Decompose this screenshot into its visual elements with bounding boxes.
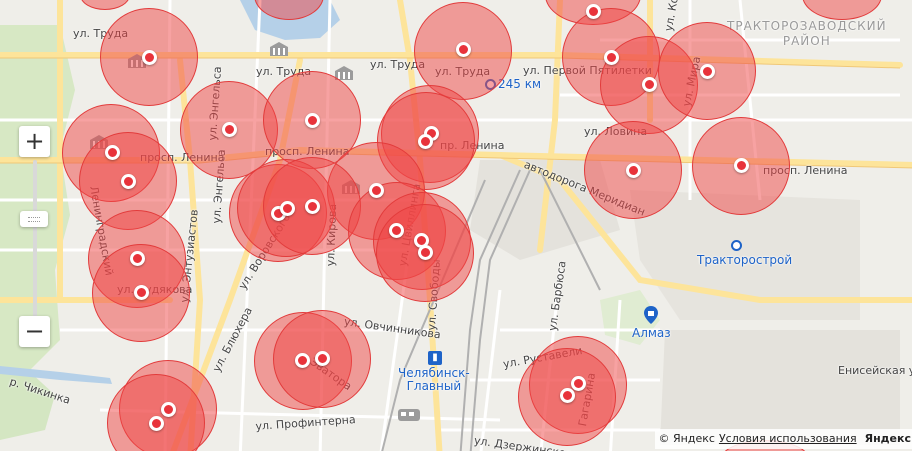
location-marker[interactable] <box>129 250 145 266</box>
location-marker[interactable] <box>368 182 384 198</box>
location-marker[interactable] <box>120 173 136 189</box>
location-marker[interactable] <box>641 76 657 92</box>
place-label-almaz[interactable]: Алмаз <box>632 326 671 340</box>
shop-pin-icon[interactable] <box>644 306 658 324</box>
location-marker[interactable] <box>559 387 575 403</box>
location-marker[interactable] <box>141 49 157 65</box>
place-label-station[interactable]: Челябинск- Главный <box>398 367 470 393</box>
zoom-slider-handle[interactable] <box>20 211 48 227</box>
location-marker[interactable] <box>304 198 320 214</box>
bottom-border <box>0 451 915 460</box>
zoom-slider-track[interactable] <box>33 160 37 317</box>
train-station-icon[interactable]: ▮ <box>428 351 442 365</box>
location-marker[interactable] <box>699 63 715 79</box>
location-marker[interactable] <box>221 121 237 137</box>
location-marker[interactable] <box>417 244 433 260</box>
location-marker[interactable] <box>279 200 295 216</box>
location-marker[interactable] <box>388 222 404 238</box>
location-marker[interactable] <box>455 41 471 57</box>
location-marker[interactable] <box>133 284 149 300</box>
map-canvas[interactable]: ТРАКТОРОЗАВОДСКИЙ РАЙОН ул. Труда ул. Тр… <box>0 0 915 460</box>
street-label-eniseyskaya: Енисейская ул. <box>838 364 915 377</box>
rail-stop-icon <box>731 240 742 251</box>
landmark-theater-icon <box>270 42 288 56</box>
location-marker[interactable] <box>733 157 749 173</box>
location-marker[interactable] <box>585 3 601 19</box>
location-marker[interactable] <box>304 112 320 128</box>
landmark-train-icon <box>398 409 420 421</box>
location-marker[interactable] <box>314 350 330 366</box>
district-label-line2: РАЙОН <box>782 34 831 48</box>
location-marker[interactable] <box>625 162 641 178</box>
km-marker-text: 245 км <box>498 77 542 91</box>
location-marker[interactable] <box>603 49 619 65</box>
zoom-in-button[interactable]: + <box>19 126 50 157</box>
terms-link[interactable]: Условия использования <box>719 432 857 445</box>
location-marker[interactable] <box>160 401 176 417</box>
yandex-logo[interactable]: Яндекс <box>865 432 911 445</box>
location-marker[interactable] <box>148 415 164 431</box>
place-text-traktorostroy: Тракторострой <box>697 253 793 267</box>
location-marker[interactable] <box>417 133 433 149</box>
district-label: ТРАКТОРОЗАВОДСКИЙ РАЙОН <box>727 19 887 49</box>
location-marker[interactable] <box>104 144 120 160</box>
copyright-text: © Яндекс <box>658 432 715 445</box>
zoom-out-button[interactable]: − <box>19 316 50 347</box>
station-name-line2: Главный <box>406 379 462 393</box>
location-marker[interactable] <box>570 375 586 391</box>
location-marker[interactable] <box>294 352 310 368</box>
district-label-line1: ТРАКТОРОЗАВОДСКИЙ <box>727 19 887 33</box>
place-label-traktorostroy[interactable]: Тракторострой <box>697 240 792 267</box>
copyright-bar: © Яндекс Условия использования Яндекс <box>654 429 915 449</box>
